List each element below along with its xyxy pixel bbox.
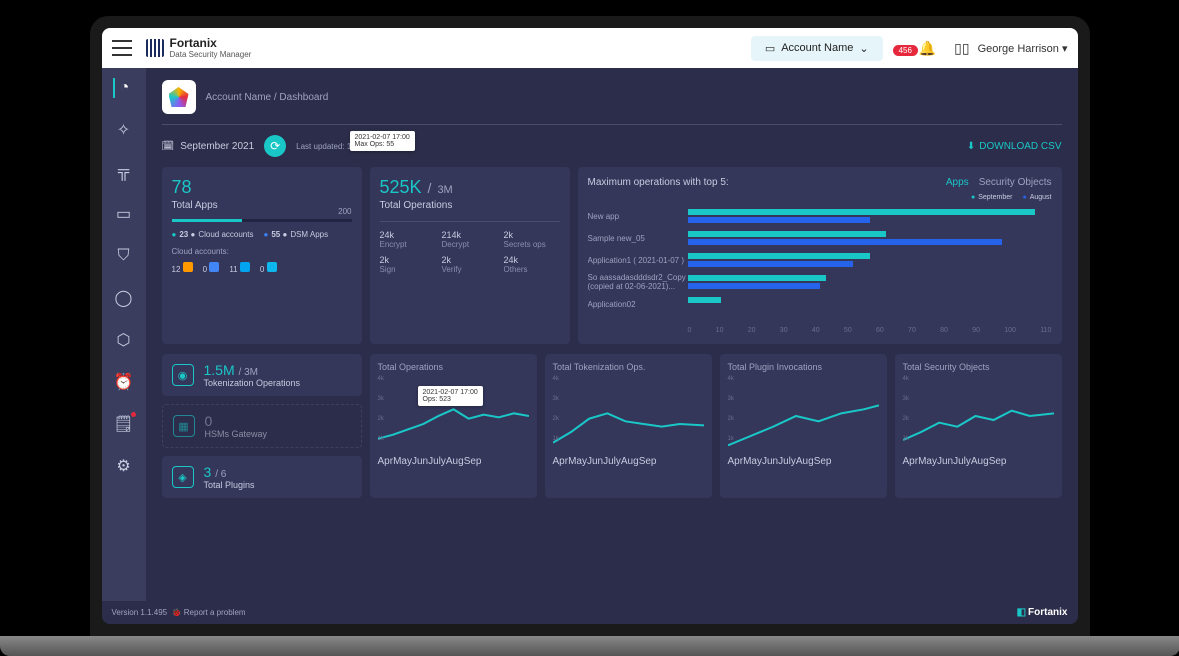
plugins-card: ◈ 3 / 6 Total Plugins [162,456,362,498]
user-name: George Harrison [978,43,1059,55]
tab-security-objects[interactable]: Security Objects [979,177,1052,188]
brand-subtitle: Data Security Manager [170,50,252,59]
ops-value: 525K [380,177,422,198]
legend-cloud-accounts: 23 Cloud accounts [172,230,254,239]
brand-name: Fortanix [170,37,252,49]
legend-dsm-apps: 55 DSM Apps [263,230,328,239]
aws-icon [183,262,193,272]
nav-audit-icon[interactable]: 🗒 [114,414,134,434]
brand-mark-icon [146,39,164,57]
gcp-icon [209,262,219,272]
total-operations-card: 525K / 3M Total Operations 24kEncrypt 21… [370,167,570,344]
line-chart-tokenization: Total Tokenization Ops. 4k3k2k1k AprMayJ… [545,354,712,498]
cloud-accounts-label: Cloud accounts: [172,247,352,256]
cloud-accounts-row: 12 0 11 0 [172,262,352,274]
top-bar: Fortanix Data Security Manager ▭ Account… [102,28,1078,68]
ops-breakdown: 24kEncrypt 214kDecrypt 2kSecrets ops 2kS… [380,221,560,274]
bell-icon: 🔔 [919,40,936,56]
max-ops-title: Maximum operations with top 5: [588,177,946,188]
apps-label: Total Apps [172,200,352,211]
docker-icon [267,262,277,272]
monitor-icon: ▭ [765,42,775,55]
chip-icon: ▦ [173,415,195,437]
hsm-gateway-card: ▦ 0 HSMs Gateway [162,404,362,448]
bar-tooltip: 2021-02-07 17:00 Max Ops: 55 [350,131,415,151]
report-problem-link[interactable]: Report a problem [184,608,246,617]
download-csv-button[interactable]: ⬇ DOWNLOAD CSV [967,141,1062,152]
apps-max: 200 [338,207,351,216]
line-chart-security-objects: Total Security Objects 4k3k2k1k AprMayJu… [895,354,1062,498]
ops-sub: 3M [437,184,452,196]
nav-dashboard-icon[interactable]: ◔ [113,78,133,98]
main-content: Account Name / Dashboard 🗓 September 202… [146,68,1078,601]
filter-row: 🗓 September 2021 ⟳ Last updated: 1 month… [162,135,1062,157]
month-label: September 2021 [180,141,254,152]
total-apps-card: 78 Total Apps 200 23 Cloud accounts 55 D… [162,167,362,344]
nav-hierarchy-icon[interactable]: ╦ [114,162,134,182]
calendar-icon: 🗓 [162,141,175,152]
sidebar: ◔ ✧ ╦ ▭ ⛉ ◯ ⬡ ⏰ 🗒 ⚙ [102,68,146,601]
nav-package-icon[interactable]: ⬡ [114,330,134,350]
ops-label: Total Operations [380,200,560,211]
line-chart-total-operations: Total Operations 4k3k2k1k 2021-02-07 17:… [370,354,537,498]
brand-logo: Fortanix Data Security Manager [146,37,252,60]
user-dropdown[interactable]: George Harrison ▾ [978,42,1068,55]
month-picker[interactable]: 🗓 September 2021 [162,141,255,152]
account-dropdown[interactable]: ▭ Account Name ⌄ [751,36,883,61]
account-logo [162,80,196,114]
max-operations-chart: Maximum operations with top 5: Apps Secu… [578,167,1062,344]
refresh-icon: ⟳ [270,139,280,153]
tab-apps[interactable]: Apps [946,177,969,188]
bar-row: New app [588,205,1052,227]
hamburger-icon[interactable] [112,40,132,56]
version-text: Version 1.1.495 [112,608,168,617]
nav-user-icon[interactable]: ◯ [114,288,134,308]
download-icon: ⬇ [967,141,975,152]
azure-icon [240,262,250,272]
breadcrumb: Account Name / Dashboard [206,92,329,103]
apps-value: 78 [172,177,192,198]
nav-token-icon[interactable]: ▭ [114,204,134,224]
footer-brand: Fortanix [1017,607,1068,618]
legend-august: August [1022,194,1051,201]
bug-icon: 🐞 [172,608,182,617]
bar-row: Application02 [588,293,1052,315]
notification-badge: 456 [893,45,918,56]
nav-settings-icon[interactable]: ⚙ [114,456,134,476]
breadcrumb-row: Account Name / Dashboard [162,80,1062,125]
chevron-down-icon: ⌄ [859,42,868,55]
nav-clock-icon[interactable]: ⏰ [114,372,134,392]
nav-shield-icon[interactable]: ⛉ [114,246,134,266]
eye-icon: ◉ [172,364,194,386]
apps-progress: 200 [172,219,352,222]
bar-row: So aassadasdddsdr2_Copy (copied at 02-06… [588,271,1052,293]
tokenization-card: ◉ 1.5M / 3M Tokenization Operations [162,354,362,396]
refresh-button[interactable]: ⟳ [264,135,286,157]
download-csv-label: DOWNLOAD CSV [979,141,1061,152]
cube-icon: ◈ [172,466,194,488]
bar-row: Application1 ( 2021-01-07 ) [588,249,1052,271]
footer: Version 1.1.495 🐞 Report a problem Forta… [102,601,1078,624]
notification-bell[interactable]: 456 🔔 [893,40,937,57]
legend-september: September [971,194,1012,201]
account-dropdown-label: Account Name [781,42,853,54]
line-chart-plugin-invocations: Total Plugin Invocations 4k3k2k1k AprMay… [720,354,887,498]
line-tooltip: 2021-02-07 17:00 Ops: 523 [418,386,483,406]
nav-puzzle-icon[interactable]: ✧ [114,120,134,140]
docs-icon[interactable]: ▯▯ [954,40,969,57]
bar-row: Sample new_05 [588,227,1052,249]
